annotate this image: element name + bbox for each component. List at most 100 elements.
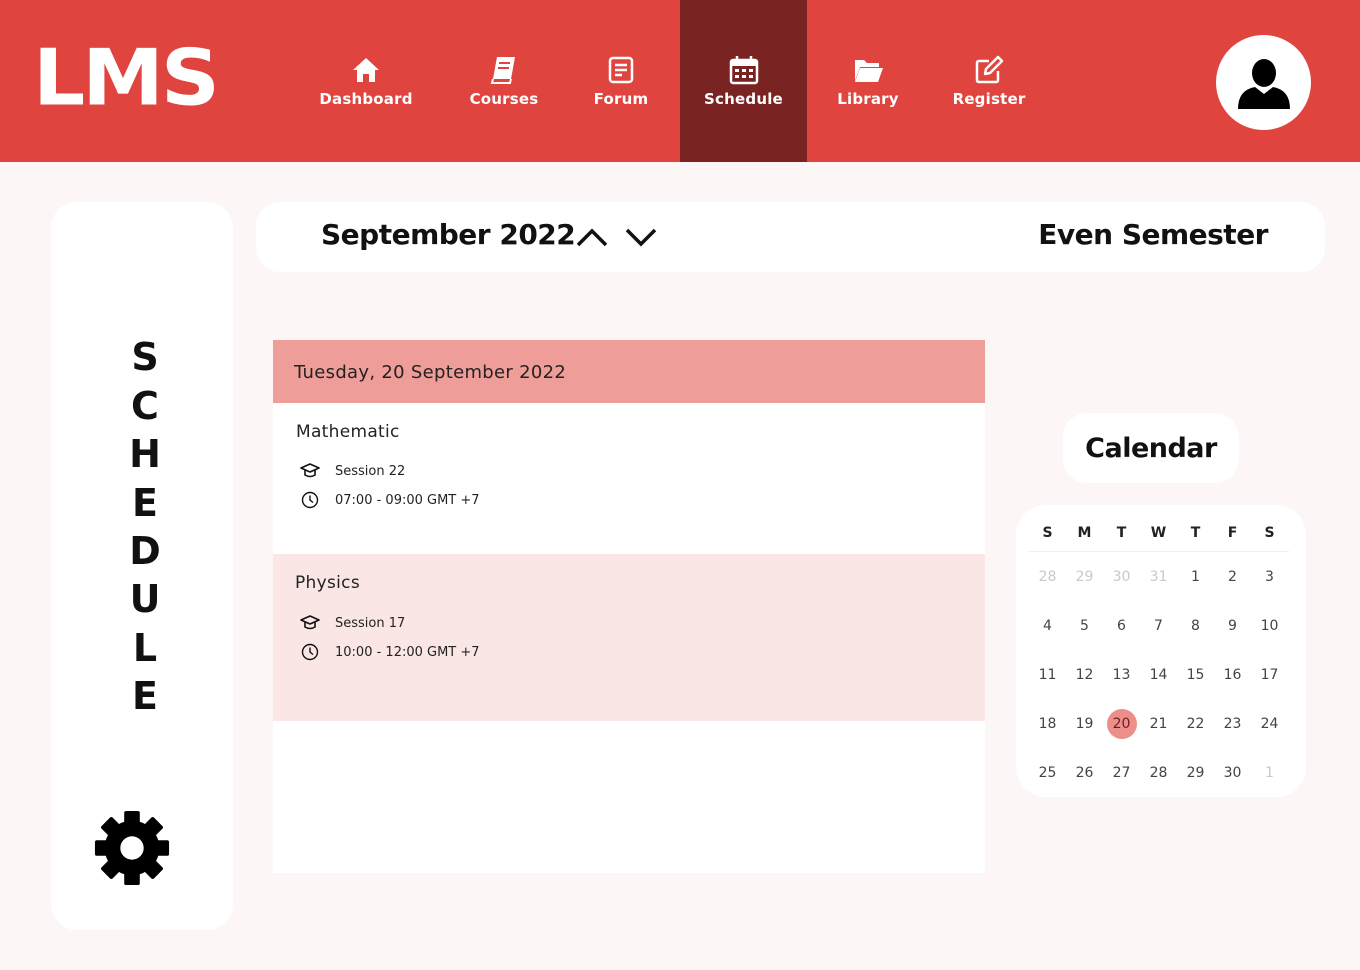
calendar-title-box: Calendar <box>1063 413 1239 483</box>
calendar-day-outside-month[interactable]: 1 <box>1255 758 1285 788</box>
time-row: 10:00 - 12:00 GMT +7 <box>300 643 480 661</box>
session-time: 10:00 - 12:00 GMT +7 <box>335 644 480 660</box>
selected-date: Tuesday, 20 September 2022 <box>294 362 567 383</box>
calendar-title: Calendar <box>1085 432 1217 464</box>
clock-icon <box>301 491 319 509</box>
calendar-day[interactable]: 25 <box>1033 758 1063 788</box>
weekday-label: S <box>1042 525 1053 541</box>
title-letter: D <box>129 529 161 573</box>
title-letter: E <box>132 674 158 718</box>
session-number: Session 17 <box>335 615 406 631</box>
calendar-day[interactable]: 15 <box>1181 660 1211 690</box>
session-row: Session 17 <box>300 614 405 632</box>
calendar-day-outside-month[interactable]: 28 <box>1033 562 1063 592</box>
calendar-day-outside-month[interactable]: 29 <box>1070 562 1100 592</box>
nav-label: Courses <box>469 90 539 108</box>
calendar-day[interactable]: 30 <box>1218 758 1248 788</box>
calendar-day[interactable]: 4 <box>1033 611 1063 641</box>
weekday-header: S M T W T F S <box>1029 515 1289 552</box>
title-letter: S <box>131 335 159 379</box>
chevron-down-icon[interactable] <box>624 226 658 248</box>
calendar-day[interactable]: 26 <box>1070 758 1100 788</box>
chevron-up-icon[interactable] <box>575 226 609 248</box>
folder-icon <box>855 60 883 82</box>
nav-courses[interactable]: Courses <box>458 0 550 162</box>
calendar-day[interactable]: 17 <box>1255 660 1285 690</box>
calendar-day[interactable]: 22 <box>1181 709 1211 739</box>
calendar-day[interactable]: 29 <box>1181 758 1211 788</box>
title-letter: H <box>129 432 161 476</box>
semester-label: Even Semester <box>1038 218 1268 251</box>
calendar-week-row: 11 12 13 14 15 16 17 <box>1029 650 1289 699</box>
calendar-day[interactable]: 1 <box>1181 562 1211 592</box>
calendar-week-row: 4 5 6 7 8 9 10 <box>1029 601 1289 650</box>
nav-label: Schedule <box>704 90 783 108</box>
nav-forum[interactable]: Forum <box>582 0 660 162</box>
calendar-day[interactable]: 11 <box>1033 660 1063 690</box>
nav-register[interactable]: Register <box>944 0 1034 162</box>
nav-schedule[interactable]: Schedule <box>680 0 807 162</box>
calendar-day[interactable]: 9 <box>1218 611 1248 641</box>
calendar-weeks: 28 29 30 31 1 2 3 4 5 6 7 8 9 10 11 12 13 14 15 16 17 18 19 20 2… <box>1029 552 1289 797</box>
calendar-day[interactable]: 5 <box>1070 611 1100 641</box>
weekday-label: T <box>1116 525 1127 541</box>
nav-library[interactable]: Library <box>830 0 906 162</box>
gear-icon[interactable] <box>93 808 171 888</box>
calendar-day[interactable]: 24 <box>1255 709 1285 739</box>
calendar-day[interactable]: 28 <box>1144 758 1174 788</box>
nav-label: Register <box>952 90 1026 108</box>
clock-icon <box>301 643 319 661</box>
logo[interactable]: LMS <box>33 40 220 118</box>
calendar-day[interactable]: 13 <box>1107 660 1137 690</box>
calendar-day[interactable]: 10 <box>1255 611 1285 641</box>
weekday-label: S <box>1264 525 1275 541</box>
calendar-day[interactable]: 6 <box>1107 611 1137 641</box>
nav-label: Dashboard <box>319 90 413 108</box>
calendar-day[interactable]: 18 <box>1033 709 1063 739</box>
calendar-day[interactable]: 3 <box>1255 562 1285 592</box>
graduation-cap-icon <box>300 463 320 478</box>
weekday-label: W <box>1150 525 1167 541</box>
calendar-day[interactable]: 27 <box>1107 758 1137 788</box>
calendar-day[interactable]: 23 <box>1218 709 1248 739</box>
graduation-cap-icon <box>300 615 320 630</box>
calendar-day[interactable]: 21 <box>1144 709 1174 739</box>
calendar-day[interactable]: 16 <box>1218 660 1248 690</box>
course-name: Physics <box>295 573 360 593</box>
calendar-day-outside-month[interactable]: 30 <box>1107 562 1137 592</box>
session-row: Session 22 <box>300 462 405 480</box>
calendar-day[interactable]: 8 <box>1181 611 1211 641</box>
session-card[interactable]: Physics Session 17 10:00 - 12:00 GMT +7 <box>273 554 985 721</box>
session-number: Session 22 <box>335 463 406 479</box>
profile-avatar[interactable] <box>1216 35 1311 130</box>
calendar-week-row: 28 29 30 31 1 2 3 <box>1029 552 1289 601</box>
home-icon <box>353 58 379 82</box>
course-name: Mathematic <box>296 422 400 442</box>
calendar-day[interactable]: 2 <box>1218 562 1248 592</box>
time-row: 07:00 - 09:00 GMT +7 <box>300 491 480 509</box>
title-letter: U <box>129 577 161 621</box>
selected-date-header: Tuesday, 20 September 2022 <box>273 340 985 403</box>
top-navbar: LMS Dashboard Courses Forum Schedule Lib… <box>0 0 1360 162</box>
weekday-label: F <box>1227 525 1238 541</box>
title-letter: E <box>132 481 158 525</box>
forum-icon <box>608 56 634 84</box>
calendar-day-selected[interactable]: 20 <box>1106 708 1137 739</box>
weekday-label: T <box>1190 525 1201 541</box>
calendar-grid: S M T W T F S 28 29 30 31 1 2 3 4 5 6 7 8 9 10 11 12 13 1… <box>1029 515 1289 797</box>
nav-dashboard[interactable]: Dashboard <box>310 0 422 162</box>
weekday-label: M <box>1077 525 1092 541</box>
calendar-day-outside-month[interactable]: 31 <box>1144 562 1174 592</box>
calendar-day[interactable]: 14 <box>1144 660 1174 690</box>
current-month: September 2022 <box>321 218 576 251</box>
calendar-icon <box>729 56 758 85</box>
session-card[interactable]: Mathematic Session 22 07:00 - 09:00 GMT … <box>273 403 985 554</box>
calendar-day[interactable]: 7 <box>1144 611 1174 641</box>
calendar-week-row: 25 26 27 28 29 30 1 <box>1029 748 1289 797</box>
title-letter: C <box>131 384 159 428</box>
book-icon <box>490 57 515 84</box>
calendar-day[interactable]: 12 <box>1070 660 1100 690</box>
calendar-day[interactable]: 19 <box>1070 709 1100 739</box>
edit-icon <box>975 55 1004 84</box>
title-letter: L <box>132 626 158 670</box>
